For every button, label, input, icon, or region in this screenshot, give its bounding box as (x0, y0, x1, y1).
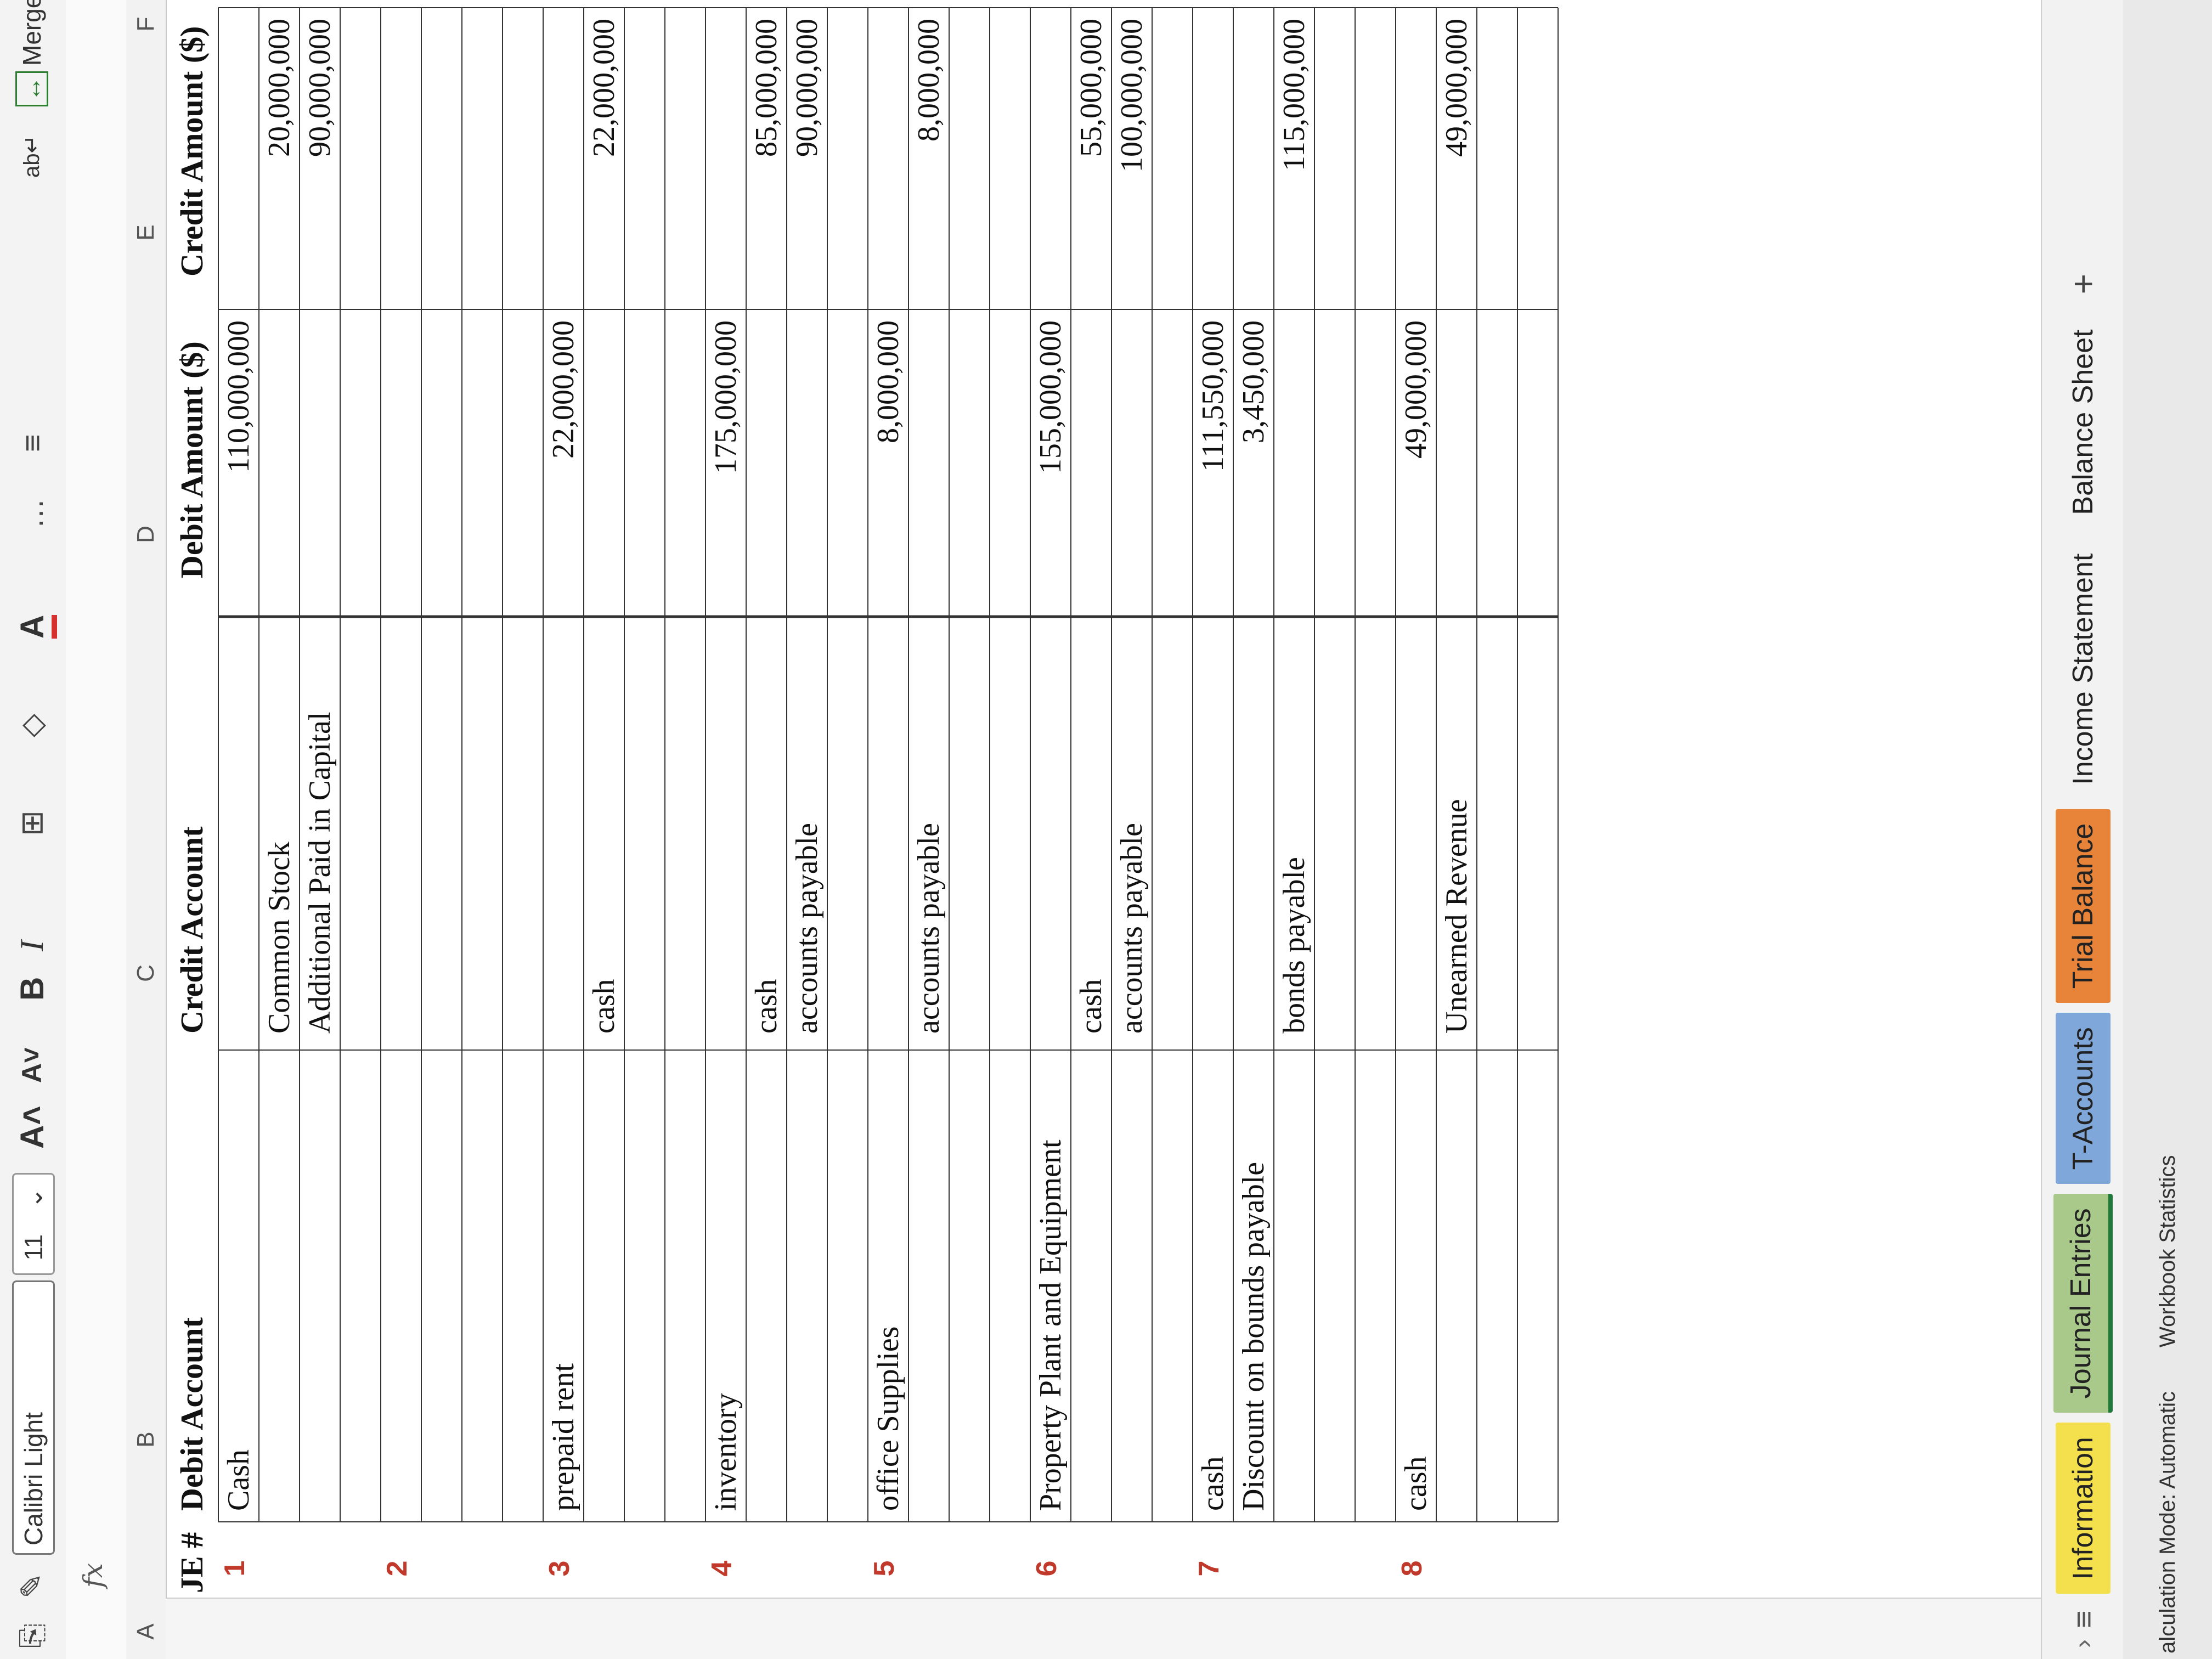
header-credit-account[interactable]: Credit Account (173, 826, 210, 1034)
formula-bar[interactable]: fx (66, 0, 127, 1659)
fx-icon: fx (78, 1563, 109, 1588)
debit-account-cell[interactable]: Cash (218, 1449, 259, 1511)
debit-account-cell[interactable]: office Supplies (868, 1327, 909, 1511)
credit-account-cell[interactable]: accounts payable (909, 823, 949, 1034)
debit-amount-cell[interactable]: 49,000,000 (1396, 320, 1436, 611)
je-number-cell[interactable]: 2 (381, 1544, 414, 1593)
credit-amount-cell[interactable]: 49,000,000 (1436, 19, 1477, 304)
sheet-tab[interactable]: Information (2056, 1423, 2111, 1594)
add-sheet-button[interactable]: + (2063, 274, 2103, 294)
font-color-icon[interactable]: A (12, 614, 57, 639)
excel-window: ⎘ ✎ Calibri Light 11 ⌄ A˄ A˅ B I ⊞ ◇ A … … (0, 0, 2212, 1659)
merge-icon: ↔ (15, 71, 48, 106)
debit-amount-cell[interactable]: 111,550,000 (1193, 320, 1233, 611)
sheet-list-icon[interactable]: ≡ (2066, 1610, 2101, 1628)
column-headers: A B C D E F (126, 0, 167, 1659)
spreadsheet-grid[interactable]: JE # Debit Account Credit Account Debit … (166, 0, 2042, 1599)
font-size-select[interactable]: 11 ⌄ (12, 1173, 55, 1275)
increase-font-icon[interactable]: A˄ (12, 1106, 52, 1149)
credit-amount-cell[interactable]: 100,000,000 (1111, 19, 1152, 304)
je-number-cell[interactable]: 5 (868, 1544, 901, 1593)
je-number-cell[interactable]: 8 (1396, 1544, 1429, 1593)
debit-account-cell[interactable]: Property Plant and Equipment (1030, 1139, 1071, 1511)
more-icon[interactable]: … (12, 498, 52, 529)
decrease-font-icon[interactable]: A˅ (12, 1047, 52, 1083)
font-size-value: 11 (19, 1234, 48, 1261)
status-bar: alculation Mode: Automatic Workbook Stat… (2123, 0, 2212, 1659)
sheet-tab[interactable]: Trial Balance (2056, 809, 2111, 1003)
sheet-tabs: Information Journal Entries T-Accounts Tria… (2053, 305, 2113, 1594)
borders-icon[interactable]: ⊞ (12, 810, 52, 836)
debit-account-cell[interactable]: cash (1396, 1456, 1436, 1511)
credit-account-cell[interactable]: accounts payable (787, 823, 827, 1034)
chevron-down-icon: ⌄ (19, 1187, 48, 1209)
header-debit-amount[interactable]: Debit Amount ($) (173, 341, 210, 578)
credit-amount-cell[interactable]: 55,000,000 (1071, 19, 1111, 304)
je-number-cell[interactable]: 1 (218, 1544, 251, 1593)
merge-button[interactable]: ↔ Merge (12, 0, 52, 106)
header-debit-account[interactable]: Debit Account (173, 1317, 210, 1511)
italic-icon[interactable]: I (12, 940, 52, 951)
format-painter-icon[interactable]: ✎ (12, 1573, 52, 1599)
credit-amount-cell[interactable]: 85,000,000 (746, 19, 787, 304)
je-number-cell[interactable]: 7 (1193, 1544, 1226, 1593)
calculation-mode[interactable]: alculation Mode: Automatic (2155, 1391, 2180, 1654)
column-header-d[interactable]: D (126, 518, 166, 551)
sheet-tab[interactable]: Balance Sheet (2056, 315, 2111, 529)
credit-account-cell[interactable]: bonds payable (1274, 857, 1314, 1034)
header-je[interactable]: JE # (173, 1532, 210, 1593)
credit-amount-cell[interactable]: 22,000,000 (584, 19, 624, 304)
sheet-tab-bar: › ≡ Information Journal Entries T-Accounts… (2041, 0, 2124, 1659)
credit-account-cell[interactable]: Additional Paid in Capital (300, 712, 340, 1034)
column-header-e[interactable]: E (126, 216, 166, 249)
ribbon-toolbar: ⎘ ✎ Calibri Light 11 ⌄ A˄ A˅ B I ⊞ ◇ A … … (0, 0, 67, 1659)
row-headers (166, 1598, 2086, 1659)
workbook-statistics[interactable]: Workbook Statistics (2155, 1155, 2180, 1347)
debit-account-cell[interactable]: prepaid rent (543, 1363, 584, 1511)
debit-amount-cell[interactable]: 155,000,000 (1030, 320, 1071, 611)
merge-label: Merge (18, 0, 46, 66)
fill-color-icon[interactable]: ◇ (12, 714, 52, 737)
credit-account-cell[interactable]: Unearned Revenue (1436, 799, 1477, 1034)
credit-amount-cell[interactable]: 115,000,000 (1274, 19, 1314, 304)
credit-amount-cell[interactable]: 8,000,000 (909, 19, 949, 304)
credit-account-cell[interactable]: cash (746, 979, 787, 1034)
font-name-select[interactable]: Calibri Light (12, 1280, 55, 1555)
column-header-b[interactable]: B (126, 1423, 166, 1456)
je-number-cell[interactable]: 3 (543, 1544, 576, 1593)
column-header-c[interactable]: C (126, 957, 166, 990)
chevron-right-icon[interactable]: › (2068, 1639, 2098, 1648)
je-number-cell[interactable]: 6 (1030, 1544, 1063, 1593)
debit-amount-cell[interactable]: 8,000,000 (868, 320, 909, 611)
debit-amount-cell[interactable]: 175,000,000 (706, 320, 746, 611)
font-name-value: Calibri Light (19, 1412, 48, 1545)
sheet-tab[interactable]: Journal Entries (2053, 1194, 2113, 1413)
debit-account-cell[interactable]: cash (1193, 1456, 1233, 1511)
sheet-tab[interactable]: T-Accounts (2056, 1013, 2111, 1184)
clipboard-icon[interactable]: ⎘ (12, 1623, 52, 1648)
align-icon[interactable]: ≡ (12, 434, 52, 452)
debit-amount-cell[interactable]: 22,000,000 (543, 320, 584, 611)
column-header-f[interactable]: F (126, 8, 166, 41)
debit-account-cell[interactable]: inventory (706, 1393, 746, 1511)
sheet-tab[interactable]: Income Statement (2056, 539, 2111, 799)
credit-amount-cell[interactable]: 20,000,000 (259, 19, 300, 304)
credit-account-cell[interactable]: cash (1071, 979, 1111, 1034)
column-header-a[interactable]: A (126, 1615, 166, 1648)
bold-icon[interactable]: B (12, 977, 52, 1001)
credit-amount-cell[interactable]: 90,000,000 (787, 19, 827, 304)
wrap-text-icon[interactable]: ab↵ (12, 135, 52, 178)
credit-amount-cell[interactable]: 90,000,000 (300, 19, 340, 304)
je-number-cell[interactable]: 4 (706, 1544, 738, 1593)
credit-account-cell[interactable]: cash (584, 979, 624, 1034)
credit-account-cell[interactable]: Common Stock (259, 842, 300, 1034)
credit-account-cell[interactable]: accounts payable (1111, 823, 1152, 1034)
debit-amount-cell[interactable]: 3,450,000 (1233, 320, 1274, 611)
header-credit-amount[interactable]: Credit Amount ($) (173, 26, 210, 276)
debit-account-cell[interactable]: Discount on bounds payable (1233, 1162, 1274, 1511)
debit-amount-cell[interactable]: 110,000,000 (218, 320, 259, 611)
